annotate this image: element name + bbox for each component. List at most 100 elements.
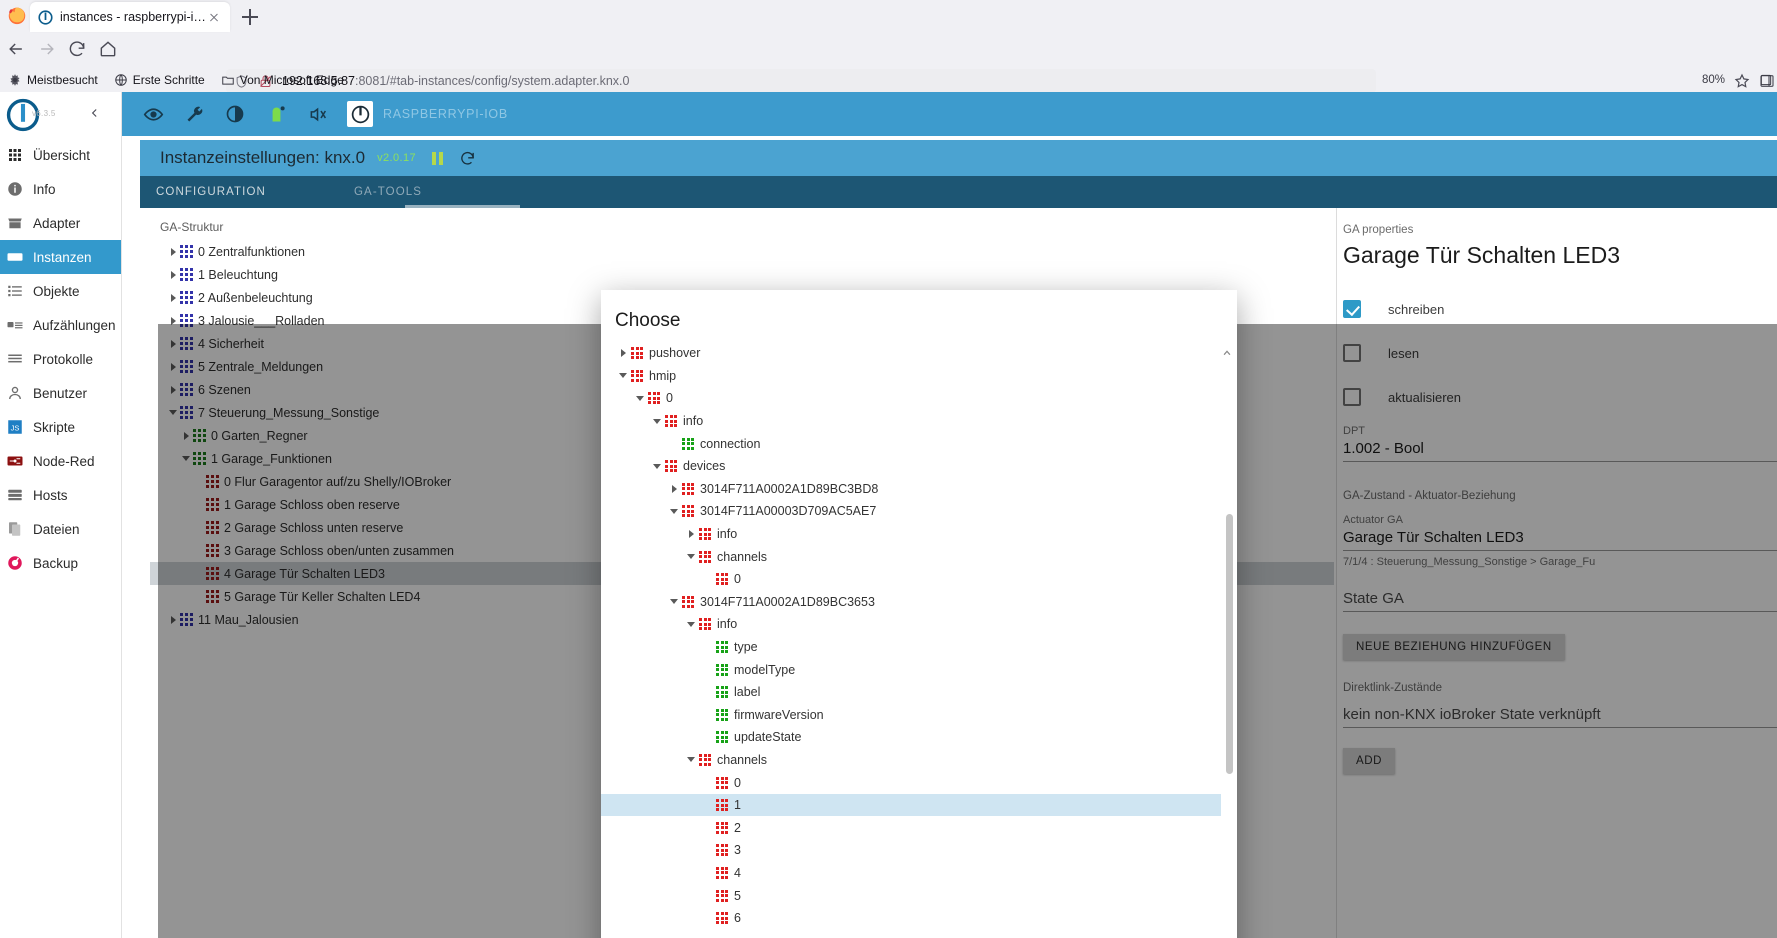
object-tree-row[interactable]: updateState	[601, 726, 1221, 749]
object-tree-row[interactable]: 4	[601, 862, 1221, 885]
sidebar-item-aufz-hlungen[interactable]: Aufzählungen	[0, 308, 121, 342]
ga-properties-title: Garage Tür Schalten LED3	[1343, 242, 1621, 268]
checkbox-schreiben[interactable]	[1343, 300, 1361, 318]
sidebar-item-protokolle[interactable]: Protokolle	[0, 342, 121, 376]
chevron-right-icon[interactable]	[666, 484, 682, 493]
sidebar-item-dateien[interactable]: Dateien	[0, 512, 121, 546]
sidebar-item-hosts[interactable]: Hosts	[0, 478, 121, 512]
dialog-scrollbar[interactable]	[1223, 350, 1235, 938]
object-tree-row[interactable]: 3	[601, 839, 1221, 862]
chevron-down-icon[interactable]	[649, 418, 665, 424]
sidebar-item-adapter[interactable]: Adapter	[0, 206, 121, 240]
object-tree-row[interactable]: type	[601, 636, 1221, 659]
chevron-down-icon[interactable]	[683, 757, 699, 763]
object-tree-row[interactable]: label	[601, 681, 1221, 704]
object-tree-row[interactable]: 6	[601, 907, 1221, 930]
tab-ga-tools[interactable]: GA-TOOLS	[354, 176, 422, 208]
object-tree-row[interactable]: connection	[601, 432, 1221, 455]
object-tree-row-label: channels	[717, 549, 768, 564]
chevron-right-icon[interactable]	[166, 270, 180, 279]
object-tree-row[interactable]: 0	[601, 568, 1221, 591]
browser-tab[interactable]: instances - raspberrypi-iob	[30, 2, 230, 32]
grid-dots-icon	[716, 889, 728, 902]
chevron-right-icon[interactable]	[166, 293, 180, 302]
sidebar-item-node-red[interactable]: Node-Red	[0, 444, 121, 478]
sidebar-item-label: Protokolle	[33, 351, 94, 367]
pause-icon[interactable]	[431, 151, 443, 165]
tab-close-icon[interactable]	[206, 9, 222, 25]
object-tree-row[interactable]: 3014F711A0002A1D89BC3653	[601, 591, 1221, 614]
object-tree-row[interactable]: info	[601, 613, 1221, 636]
chevron-down-icon[interactable]	[666, 508, 682, 514]
object-tree-row-label: connection	[700, 436, 761, 451]
object-tree-row[interactable]: 2	[601, 816, 1221, 839]
sidebar-item-objekte[interactable]: Objekte	[0, 274, 121, 308]
object-tree-row[interactable]: info	[601, 523, 1221, 546]
chevron-down-icon[interactable]	[649, 463, 665, 469]
object-tree-row[interactable]: pushover	[601, 342, 1221, 365]
bookmark-item-von-microsoft-edge[interactable]: Von Microsoft Edge	[221, 73, 344, 87]
bookmarks-overflow-icon[interactable]	[1759, 72, 1773, 88]
mute-icon[interactable]	[306, 103, 328, 125]
object-tree-row[interactable]: 0	[601, 387, 1221, 410]
scroll-up-icon[interactable]	[1222, 348, 1232, 358]
dialog-scroll-thumb[interactable]	[1226, 514, 1233, 774]
object-tree-row[interactable]: 0	[601, 771, 1221, 794]
eye-icon[interactable]	[142, 103, 164, 125]
bookmark-item-erste-schritte[interactable]: Erste Schritte	[114, 73, 205, 87]
grid-dots-icon	[682, 595, 694, 608]
sidebar-item-benutzer[interactable]: Benutzer	[0, 376, 121, 410]
object-tree-row[interactable]: hmip	[601, 365, 1221, 388]
sidebar-item-info[interactable]: Info	[0, 172, 121, 206]
grid-dots-icon	[631, 347, 643, 360]
object-tree-row[interactable]: modelType	[601, 658, 1221, 681]
chevron-down-icon[interactable]	[666, 599, 682, 605]
chevron-down-icon[interactable]	[683, 554, 699, 560]
grid-dots-icon	[716, 821, 728, 834]
wrench-icon[interactable]	[183, 103, 205, 125]
ga-tree-row[interactable]: 0 Zentralfunktionen	[150, 240, 1334, 263]
home-icon[interactable]	[98, 39, 118, 59]
reload-instance-icon[interactable]	[459, 150, 476, 167]
object-tree-row-label: 3014F711A0002A1D89BC3653	[700, 594, 875, 609]
sidebar-item-backup[interactable]: Backup	[0, 546, 121, 580]
person-icon[interactable]	[265, 103, 287, 125]
object-tree-row[interactable]: 1	[601, 793, 1221, 817]
collapse-sidebar-icon[interactable]	[88, 105, 102, 121]
bookmark-item-meistbesucht[interactable]: Meistbesucht	[8, 73, 98, 87]
object-tree-row[interactable]: 3014F711A0002A1D89BC3BD8	[601, 478, 1221, 501]
ga-tree-row-label: 2 Außenbeleuchtung	[198, 290, 313, 305]
sidebar-item--bersicht[interactable]: Übersicht	[0, 138, 121, 172]
tab-configuration[interactable]: CONFIGURATION	[156, 176, 266, 208]
contrast-icon[interactable]	[224, 103, 246, 125]
object-tree-row-label: 3014F711A00003D709AC5AE7	[700, 504, 877, 519]
instance-title: Instanzeinstellungen: knx.0	[160, 148, 366, 167]
bookmark-label: Erste Schritte	[132, 73, 205, 87]
object-tree-row[interactable]: channels	[601, 749, 1221, 772]
ga-structure-caption: GA-Struktur	[160, 220, 224, 234]
object-tree-row-label: 2	[734, 820, 741, 835]
sidebar-item-skripte[interactable]: JS Skripte	[0, 410, 121, 444]
main-content: RASPBERRYPI-IOB Instanzeinstellungen: kn…	[122, 92, 1777, 938]
object-tree-row[interactable]: devices	[601, 455, 1221, 478]
chevron-down-icon[interactable]	[615, 373, 631, 379]
object-tree-row[interactable]: 3014F711A00003D709AC5AE7	[601, 500, 1221, 523]
chevron-down-icon[interactable]	[683, 621, 699, 627]
chevron-down-icon[interactable]	[632, 395, 648, 401]
power-icon[interactable]	[347, 101, 373, 127]
back-icon[interactable]	[6, 39, 26, 59]
reload-icon[interactable]	[67, 39, 87, 59]
chevron-right-icon[interactable]	[683, 530, 699, 539]
ga-tree-row[interactable]: 1 Beleuchtung	[150, 263, 1334, 286]
object-tree-row[interactable]: info	[601, 410, 1221, 433]
brand-header: v6.3.5	[0, 92, 121, 138]
object-tree-row[interactable]: 5	[601, 884, 1221, 907]
object-tree-row[interactable]: channels	[601, 545, 1221, 568]
object-tree-row[interactable]: firmwareVersion	[601, 704, 1221, 727]
sidebar-item-instanzen[interactable]: Instanzen	[0, 240, 121, 274]
chevron-right-icon[interactable]	[615, 349, 631, 358]
chevron-right-icon[interactable]	[166, 247, 180, 256]
new-tab-button[interactable]	[238, 5, 262, 29]
sidebar-item-label: Benutzer	[33, 385, 88, 401]
sidebar-item-label: Übersicht	[33, 147, 91, 163]
